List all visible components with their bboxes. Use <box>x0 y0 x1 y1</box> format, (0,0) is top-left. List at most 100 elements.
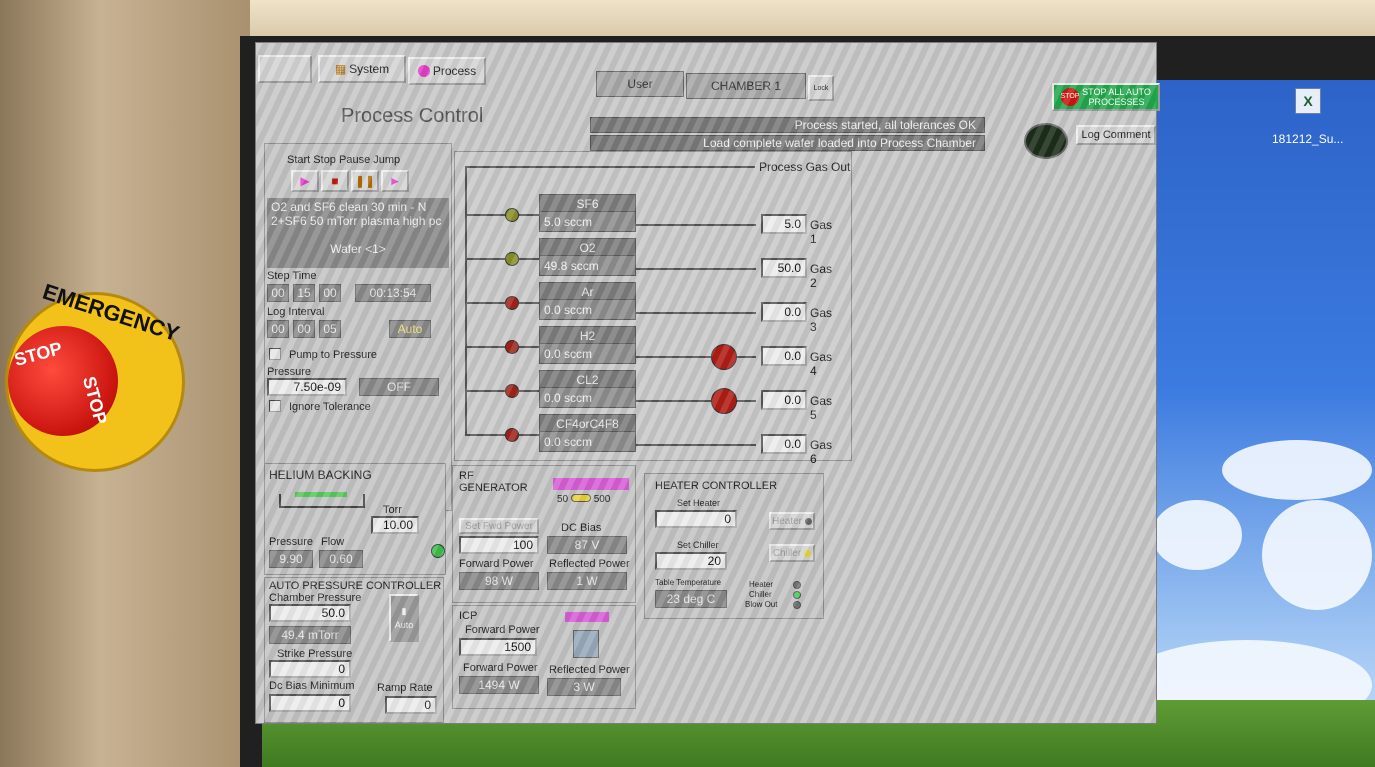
step-time-minutes[interactable]: 15 <box>293 284 315 302</box>
dc-bias-label: DC Bias <box>561 522 602 534</box>
ramp-rate-field[interactable]: 0 <box>385 696 437 714</box>
gas-valve-icon[interactable] <box>505 252 519 266</box>
rf-reflected-power-read: 1 W <box>547 572 627 590</box>
pause-button[interactable]: ❚❚ <box>351 170 379 192</box>
desktop-icon-label[interactable]: 181212_Su... <box>1272 132 1343 146</box>
gas-feed-line <box>465 434 507 436</box>
gas-valve-icon[interactable] <box>505 340 519 354</box>
gas-line-label: Gas 3 <box>810 306 833 334</box>
process-gas-out-label: Process Gas Out <box>759 160 851 174</box>
gas-valve-icon[interactable] <box>505 428 519 442</box>
icp-reflected-power-read: 3 W <box>547 678 621 696</box>
nav-system[interactable]: ▦ System <box>318 55 406 83</box>
lock-button[interactable]: Lock <box>808 75 834 101</box>
start-button[interactable]: ▶ <box>291 170 319 192</box>
dc-bias-minimum-label: Dc Bias Minimum <box>269 680 355 692</box>
gas-setpoint-field[interactable]: 50.0 <box>761 258 807 278</box>
gas-line-label: Gas 5 <box>810 394 833 422</box>
isolation-valve-icon[interactable] <box>711 344 737 370</box>
icp-forward-power-label: Forward Power <box>465 624 540 636</box>
nav-process[interactable]: Process <box>408 57 486 85</box>
heater-button[interactable]: Heater <box>769 512 815 530</box>
status-chiller-led <box>793 591 801 599</box>
gas-flow-read: 0.0 sccm <box>539 388 636 408</box>
chiller-led-icon <box>804 549 812 557</box>
switch-icon: ▮ <box>401 606 407 616</box>
strike-pressure-field[interactable]: 0 <box>269 660 351 678</box>
auto-pressure-controller-panel: AUTO PRESSURE CONTROLLER Chamber Pressur… <box>264 577 444 723</box>
pump-to-pressure-checkbox[interactable] <box>269 348 281 360</box>
gas-outlet-line <box>636 356 756 358</box>
gas-line-label: Gas 1 <box>810 218 833 246</box>
isolation-valve-icon[interactable] <box>711 388 737 414</box>
log-comment-button[interactable]: Log Comment <box>1076 125 1156 145</box>
icp-forward-power-set[interactable]: 1500 <box>459 638 537 656</box>
gas-valve-line <box>519 346 539 348</box>
set-fwd-power-button[interactable]: Set Fwd Power <box>459 518 539 534</box>
rf-fwd-power-field[interactable]: 100 <box>459 536 539 554</box>
blank-button[interactable] <box>258 55 312 83</box>
helium-backing-title: HELIUM BACKING <box>269 468 372 482</box>
rf-status-bar <box>553 478 629 490</box>
gas-valve-line <box>519 434 539 436</box>
gas-outlet-line <box>636 268 756 270</box>
jump-button[interactable]: ► <box>381 170 409 192</box>
step-time-hours[interactable]: 00 <box>267 284 289 302</box>
auto-button[interactable]: Auto <box>389 320 431 338</box>
pressure-state: OFF <box>359 378 439 396</box>
gas-valve-icon[interactable] <box>505 296 519 310</box>
set-heater-field[interactable]: 0 <box>655 510 737 528</box>
gas-setpoint-field[interactable]: 0.0 <box>761 346 807 366</box>
mass-flow-controller: SF6 5.0 sccm <box>539 194 636 234</box>
ignore-tolerance-checkbox[interactable] <box>269 400 281 412</box>
gas-valve-line <box>519 302 539 304</box>
mass-flow-controller: CL2 0.0 sccm <box>539 370 636 410</box>
gas-setpoint-field[interactable]: 0.0 <box>761 434 807 454</box>
gas-valve-icon[interactable] <box>505 208 519 222</box>
table-temperature-label: Table Temperature <box>655 578 722 587</box>
gas-name: SF6 <box>539 194 636 212</box>
helium-pressure-read: 9.90 <box>269 550 313 568</box>
helium-valve-icon[interactable] <box>431 544 445 558</box>
play-icon: ▶ <box>300 174 310 188</box>
page-title: Process Control <box>341 105 484 127</box>
chiller-button[interactable]: Chiller <box>769 544 815 562</box>
rf-frequency-selector[interactable]: 50 500 <box>557 494 610 505</box>
ramp-rate-label: Ramp Rate <box>377 682 433 694</box>
gas-feed-line <box>465 258 507 260</box>
chamber-pressure-read: 49.4 mTorr <box>269 626 351 644</box>
pressure-field[interactable]: 7.50e-09 <box>267 378 347 396</box>
helium-backing-panel: HELIUM BACKING Torr 10.00 Pressure Flow … <box>264 463 446 575</box>
helium-torr-field[interactable]: 10.00 <box>371 516 419 534</box>
status-message-2: Load complete wafer loaded into Process … <box>590 135 985 151</box>
log-interval-label: Log Interval <box>267 306 325 318</box>
chamber-pressure-set[interactable]: 50.0 <box>269 604 351 622</box>
icp-coil-icon[interactable] <box>573 630 599 658</box>
helium-flow-label: Flow <box>321 536 345 548</box>
elapsed-time: 00:13:54 <box>355 284 431 302</box>
gas-setpoint-field[interactable]: 5.0 <box>761 214 807 234</box>
set-chiller-label: Set Chiller <box>677 540 719 550</box>
log-interval-minutes[interactable]: 00 <box>293 320 315 338</box>
icp-forward-power-read: 1494 W <box>459 676 539 694</box>
user-field[interactable]: User <box>596 71 684 97</box>
gas-valve-icon[interactable] <box>505 384 519 398</box>
gas-feed-line <box>465 346 507 348</box>
stop-button[interactable]: ■ <box>321 170 349 192</box>
status-blowout-led <box>793 601 801 609</box>
jump-icon: ► <box>389 174 401 188</box>
helium-flow-read: 0.60 <box>319 550 363 568</box>
apc-mode-switch[interactable]: ▮ Auto <box>389 594 419 642</box>
step-time-seconds[interactable]: 00 <box>319 284 341 302</box>
dc-bias-minimum-field[interactable]: 0 <box>269 694 351 712</box>
excel-file-icon[interactable]: X <box>1295 88 1321 114</box>
recipe-description: O2 and SF6 clean 30 min - N 2+SF6 50 mTo… <box>267 198 449 268</box>
status-heater-label: Heater <box>749 580 774 589</box>
gas-setpoint-field[interactable]: 0.0 <box>761 302 807 322</box>
log-interval-hours[interactable]: 00 <box>267 320 289 338</box>
gas-setpoint-field[interactable]: 0.0 <box>761 390 807 410</box>
log-interval-seconds[interactable]: 05 <box>319 320 341 338</box>
set-chiller-field[interactable]: 20 <box>655 552 727 570</box>
gas-line-label: Gas 4 <box>810 350 833 378</box>
stop-all-auto-processes-button[interactable]: STOP STOP ALL AUTO PROCESSES <box>1052 83 1160 111</box>
